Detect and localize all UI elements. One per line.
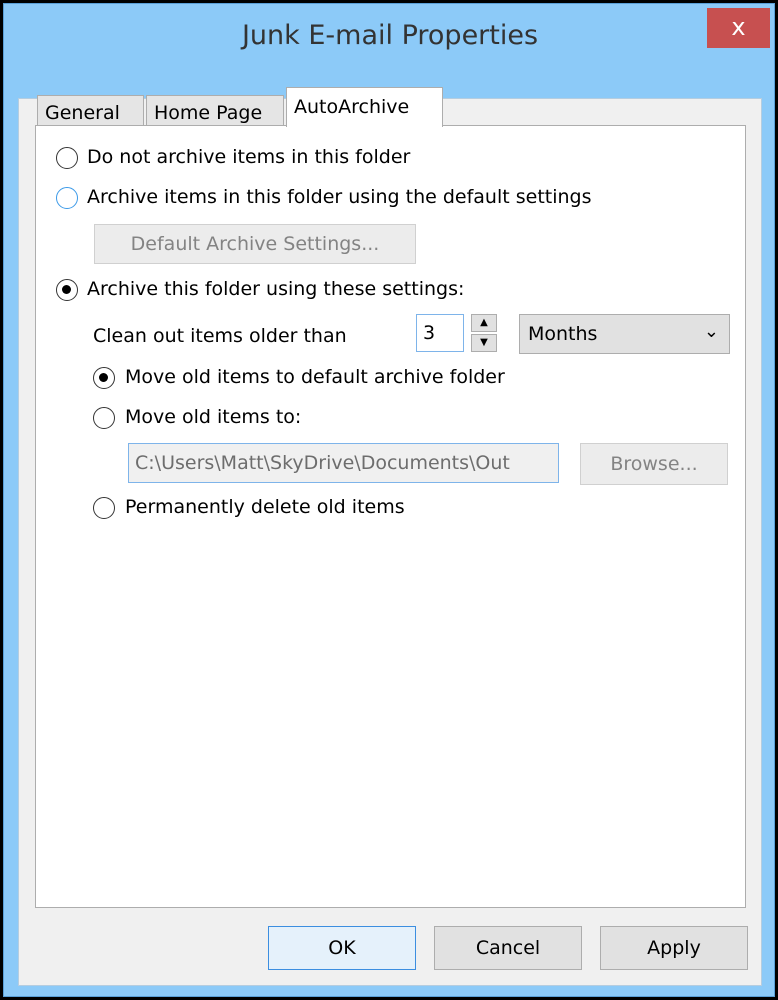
browse-button[interactable]: Browse...: [580, 443, 728, 485]
delete-label: Permanently delete old items: [125, 496, 405, 518]
clean-out-value-input[interactable]: 3: [416, 314, 464, 352]
cancel-button[interactable]: Cancel: [434, 926, 582, 970]
default-archive-radio[interactable]: [56, 187, 78, 209]
window-title: Junk E-mail Properties: [241, 20, 539, 51]
move-to-label: Move old items to:: [125, 406, 302, 428]
default-archive-label: Archive items in this folder using the d…: [87, 186, 592, 208]
dialog-window: Junk E-mail Properties x General Home Pa…: [3, 3, 775, 997]
custom-archive-label: Archive this folder using these settings…: [87, 278, 465, 300]
clean-out-unit-select[interactable]: Months ⌄: [519, 314, 730, 354]
delete-radio[interactable]: [93, 497, 115, 519]
tab-autoarchive[interactable]: AutoArchive: [286, 87, 443, 127]
dialog-body: General Home Page AutoArchive Do not arc…: [18, 87, 762, 986]
move-default-label: Move old items to default archive folder: [125, 366, 505, 388]
unit-value: Months: [528, 323, 598, 345]
no-archive-radio[interactable]: [56, 147, 78, 169]
spin-up-button[interactable]: ▲: [471, 314, 497, 332]
apply-button[interactable]: Apply: [600, 926, 748, 970]
close-button[interactable]: x: [707, 8, 770, 48]
default-archive-settings-button[interactable]: Default Archive Settings...: [94, 224, 416, 264]
chevron-down-icon: ⌄: [703, 321, 719, 342]
ok-button[interactable]: OK: [268, 926, 416, 970]
move-to-radio[interactable]: [93, 407, 115, 429]
no-archive-label: Do not archive items in this folder: [87, 146, 411, 168]
move-default-radio[interactable]: [93, 367, 115, 389]
clean-out-label: Clean out items older than: [93, 325, 347, 347]
custom-archive-radio[interactable]: [56, 279, 78, 301]
autoarchive-panel: Do not archive items in this folder Arch…: [35, 125, 746, 908]
move-to-path-input[interactable]: C:\Users\Matt\SkyDrive\Documents\Out: [128, 443, 559, 483]
spin-down-button[interactable]: ▼: [471, 334, 497, 352]
